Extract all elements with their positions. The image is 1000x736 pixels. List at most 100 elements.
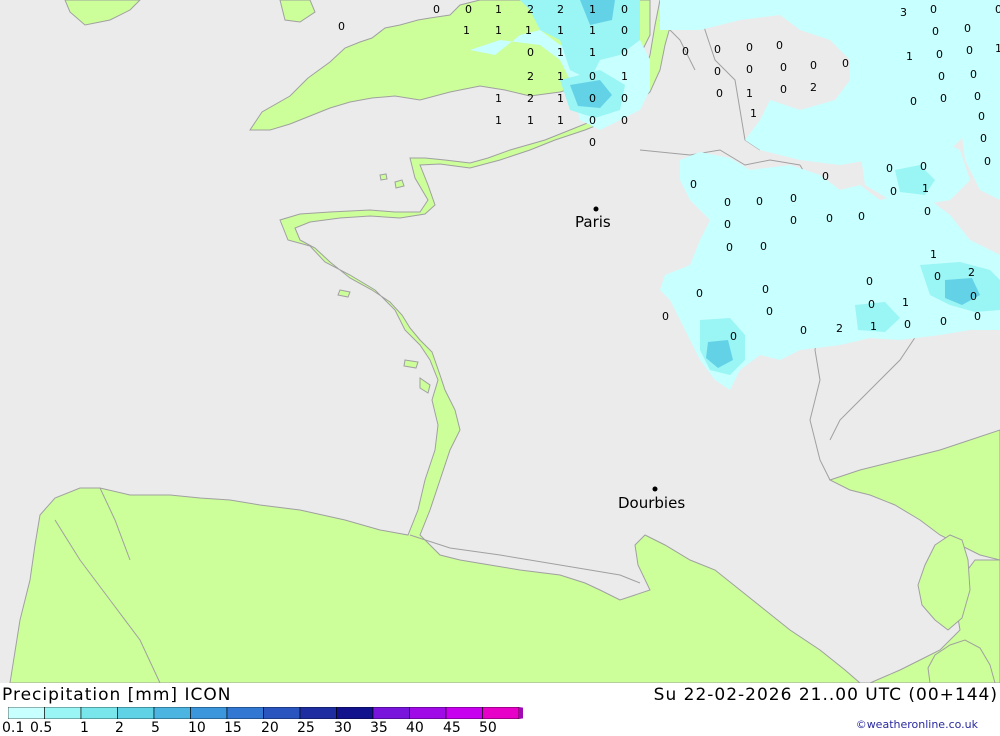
precip-value: 0 [746, 41, 753, 54]
precip-value: 0 [716, 87, 723, 100]
color-scale-bar [8, 707, 523, 719]
precip-value: 1 [750, 107, 757, 120]
scale-swatch [336, 707, 374, 719]
precip-value: 0 [970, 290, 977, 303]
precip-value: 0 [621, 24, 628, 37]
scale-tick-label: 30 [334, 720, 352, 736]
precip-value: 0 [760, 240, 767, 253]
scale-tick-label: 10 [188, 720, 206, 736]
precip-value: 1 [495, 24, 502, 37]
scale-tick-label: 2 [115, 720, 124, 736]
scale-swatch [409, 707, 447, 719]
city-label-dourbies: Dourbies [618, 494, 685, 512]
precip-value: 0 [974, 90, 981, 103]
precip-value: 1 [906, 50, 913, 63]
scale-tick-label: 1 [80, 720, 89, 736]
scale-tick-label: 0.1 [2, 720, 25, 736]
scale-swatch [44, 707, 82, 719]
scale-tick-label: 50 [479, 720, 497, 736]
precip-value: 0 [726, 241, 733, 254]
scale-tick-label: 25 [297, 720, 315, 736]
precip-value: 0 [940, 92, 947, 105]
precip-value: 0 [766, 305, 773, 318]
precip-value: 1 [589, 46, 596, 59]
scale-swatch [8, 707, 45, 719]
precip-value: 0 [866, 275, 873, 288]
precip-value: 1 [527, 114, 534, 127]
precip-value: 0 [589, 70, 596, 83]
precip-value: 1 [557, 114, 564, 127]
scale-swatch [190, 707, 228, 719]
precip-value: 1 [930, 248, 937, 261]
precip-value: 2 [527, 70, 534, 83]
precip-value: 1 [525, 24, 532, 37]
precip-value: 0 [910, 95, 917, 108]
scale-tick-label: 20 [261, 720, 279, 736]
precip-value: 0 [930, 3, 937, 16]
precip-value: 0 [800, 324, 807, 337]
precip-value: 1 [557, 70, 564, 83]
precip-value: 0 [940, 315, 947, 328]
precip-value: 0 [966, 44, 973, 57]
scale-swatch [482, 707, 520, 719]
city-dot-dourbies [652, 486, 658, 492]
channel-island [394, 179, 405, 189]
precip-value: 0 [890, 185, 897, 198]
map-canvas: 0 0 0 1 2 2 1 0 1 1 1 1 1 0 0 1 1 0 2 1 0 1 1 2 1 0 0 1 1 1 0 0 0 0 0 0 0 0 0 0… [9, 0, 1000, 683]
corsica-landmass [917, 534, 971, 631]
precip-value: 0 [790, 192, 797, 205]
precip-value: 0 [934, 270, 941, 283]
scale-tick-label: 5 [151, 720, 160, 736]
precip-value: 0 [932, 25, 939, 38]
precip-value: 0 [842, 57, 849, 70]
footer-bar: Precipitation [mm] ICON Su 22-02-2026 21… [0, 683, 1000, 736]
city-markers: Paris Dourbies [575, 206, 685, 512]
precip-value: 0 [527, 46, 534, 59]
island-re [403, 359, 419, 369]
precip-value: 1 [621, 70, 628, 83]
precip-value: 0 [746, 63, 753, 76]
city-label-paris: Paris [575, 213, 611, 231]
precip-value: 1 [995, 42, 1000, 55]
scale-tick-label: 0.5 [30, 720, 53, 736]
precip-value: 1 [557, 24, 564, 37]
precip-value: 0 [826, 212, 833, 225]
precip-value: 1 [922, 182, 929, 195]
scale-swatch [299, 707, 337, 719]
scale-tick-label: 40 [406, 720, 424, 736]
precip-value: 1 [495, 92, 502, 105]
precip-value: 1 [495, 3, 502, 16]
precip-value: 0 [621, 3, 628, 16]
scale-swatch [226, 707, 264, 719]
island-belle-ile [337, 289, 351, 298]
precip-value: 0 [790, 214, 797, 227]
precip-value: 0 [984, 155, 991, 168]
precip-value: 0 [936, 48, 943, 61]
precip-value: 0 [780, 61, 787, 74]
wales-landmass [279, 0, 316, 23]
ireland-landmass [64, 0, 141, 26]
precip-value: 2 [557, 3, 564, 16]
scale-swatch [80, 707, 118, 719]
precip-value: 1 [589, 3, 596, 16]
precip-value: 2 [968, 266, 975, 279]
city-dot-paris [593, 206, 599, 212]
precip-value: 0 [621, 46, 628, 59]
scale-arrow [519, 707, 523, 719]
precip-value: 0 [780, 83, 787, 96]
precip-value: 0 [621, 92, 628, 105]
precip-value: 3 [900, 6, 907, 19]
precip-value: 1 [589, 24, 596, 37]
precip-value: 0 [995, 3, 1000, 16]
precip-value: 2 [836, 322, 843, 335]
precip-value: 0 [904, 318, 911, 331]
precip-value: 0 [690, 178, 697, 191]
island-oleron [419, 377, 431, 394]
precip-value: 2 [810, 81, 817, 94]
credit-link[interactable]: ©weatheronline.co.uk [856, 718, 978, 731]
precip-value: 0 [978, 110, 985, 123]
weather-map: 0 0 0 1 2 2 1 0 1 1 1 1 1 0 0 1 1 0 2 1 0 1 1 2 1 0 0 1 1 1 0 0 0 0 0 0 0 0 0 0… [0, 0, 1000, 683]
precip-value: 2 [527, 92, 534, 105]
precip-value: 0 [621, 114, 628, 127]
precip-value: 0 [714, 43, 721, 56]
